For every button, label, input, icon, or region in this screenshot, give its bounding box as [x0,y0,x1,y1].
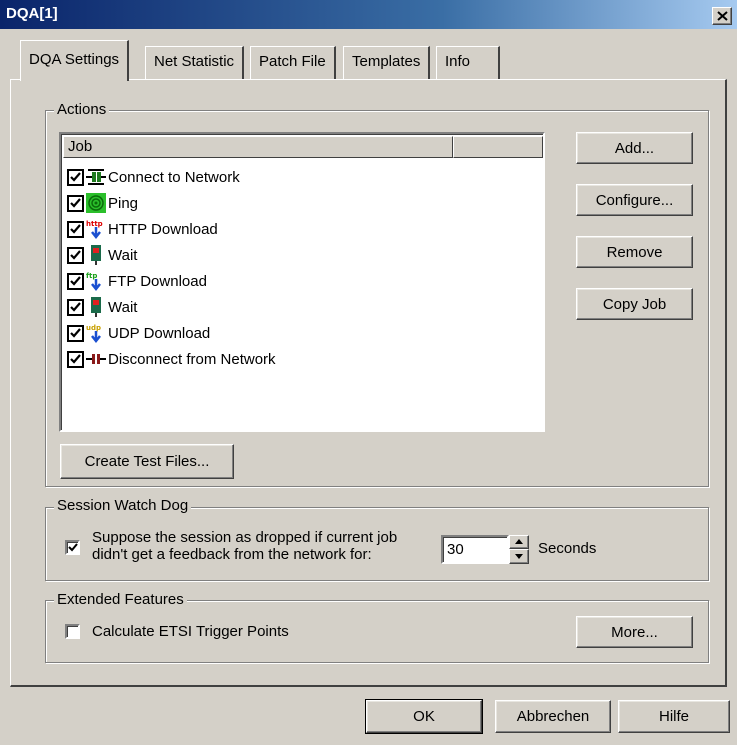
job-label: HTTP Download [108,220,218,238]
seconds-spin-up[interactable] [509,535,529,549]
job-label: UDP Download [108,324,211,342]
udp-download-icon: udp [86,324,101,343]
job-list[interactable]: Job Connect to Network Ping http HTTP Do… [59,132,545,432]
close-button[interactable] [712,7,732,25]
wait-icon [91,297,101,317]
tab-info[interactable]: Info [436,46,500,79]
disconnect-network-icon [86,354,106,364]
job-checkbox[interactable] [67,220,84,238]
more-button[interactable]: More... [576,616,693,648]
list-item[interactable]: Connect to Network [67,164,240,190]
connect-network-icon [86,169,106,185]
actions-group-label: Actions [54,101,110,118]
cancel-button[interactable]: Abbrechen [495,700,611,733]
etsi-trigger-checkbox[interactable] [65,624,80,639]
ping-icon [86,193,106,213]
etsi-trigger-label: Calculate ETSI Trigger Points [92,623,289,640]
job-label: Ping [108,194,139,212]
job-checkbox[interactable] [67,246,84,264]
column-header-empty[interactable] [453,136,543,158]
help-button[interactable]: Hilfe [618,700,730,733]
job-checkbox[interactable] [67,168,84,186]
list-item[interactable]: ftp FTP Download [67,268,207,294]
svg-text:http: http [86,220,103,228]
list-item[interactable]: Wait [67,242,137,268]
seconds-label: Seconds [538,540,597,557]
job-label: Disconnect from Network [108,350,276,368]
ok-button[interactable]: OK [365,699,483,734]
list-item[interactable]: Disconnect from Network [67,346,276,372]
configure-button[interactable]: Configure... [576,184,693,216]
seconds-spin-down[interactable] [509,549,529,564]
extended-features-group-label: Extended Features [54,591,187,608]
window-title: DQA[1] [6,5,58,22]
add-button[interactable]: Add... [576,132,693,164]
tab-templates[interactable]: Templates [343,46,431,79]
watchdog-group-label: Session Watch Dog [54,497,192,514]
copy-job-button[interactable]: Copy Job [576,288,693,320]
tab-patch-file[interactable]: Patch File [250,46,336,79]
list-item[interactable]: Ping [67,190,138,216]
job-label: Wait [108,246,138,264]
remove-button[interactable]: Remove [576,236,693,268]
list-item[interactable]: Wait [67,294,137,320]
job-checkbox[interactable] [67,194,84,212]
job-checkbox[interactable] [67,350,84,368]
job-label: FTP Download [108,272,207,290]
arrow-up-icon [515,539,523,544]
job-checkbox[interactable] [67,272,84,290]
tab-dqa-settings[interactable]: DQA Settings [20,40,130,81]
svg-text:udp: udp [86,324,101,332]
title-bar: DQA[1] [0,0,737,29]
list-item[interactable]: http HTTP Download [67,216,218,242]
arrow-down-icon [515,554,523,559]
svg-text:ftp: ftp [86,272,97,280]
job-checkbox[interactable] [67,324,84,342]
column-header-job[interactable]: Job [63,136,453,158]
job-checkbox[interactable] [67,298,84,316]
create-test-files-button[interactable]: Create Test Files... [60,444,234,479]
checkmark-icon [68,543,78,552]
wait-icon [91,245,101,265]
job-label: Wait [108,298,138,316]
watchdog-checkbox[interactable] [65,540,80,555]
http-download-icon: http [86,219,106,239]
list-item[interactable]: udp UDP Download [67,320,210,346]
close-icon [717,11,728,21]
watchdog-text-line2: didn't get a feedback from the network f… [92,546,372,563]
ftp-download-icon: ftp [86,272,101,291]
tab-net-statistic[interactable]: Net Statistic [145,46,245,79]
job-label: Connect to Network [108,168,240,186]
watchdog-text-line1: Suppose the session as dropped if curren… [92,529,398,546]
seconds-input[interactable]: 30 [441,535,509,564]
